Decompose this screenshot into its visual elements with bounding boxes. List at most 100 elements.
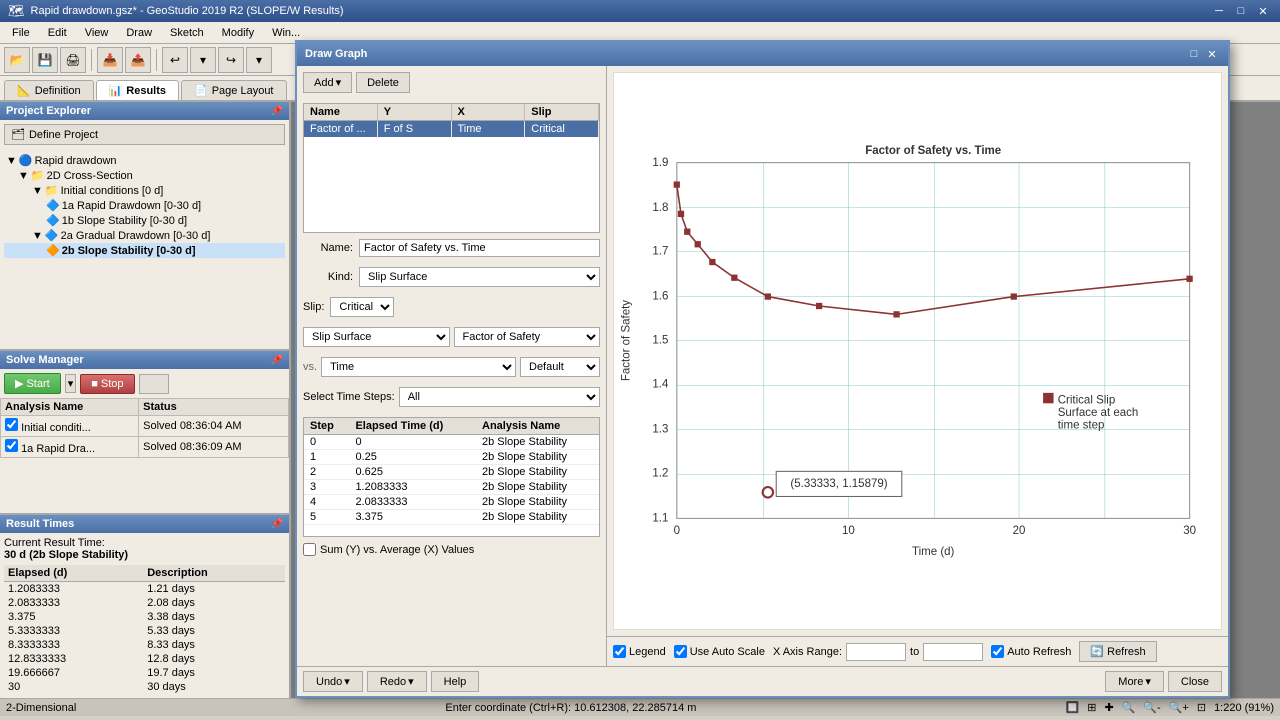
- maximize-button[interactable]: □: [1232, 3, 1250, 19]
- auto-refresh-checkbox[interactable]: [991, 645, 1004, 658]
- name-input[interactable]: [359, 239, 600, 257]
- menu-edit[interactable]: Edit: [40, 25, 75, 41]
- elapsed-row[interactable]: 3030 days: [4, 680, 285, 694]
- menu-view[interactable]: View: [77, 25, 117, 41]
- undo-toolbar-button[interactable]: ↩: [162, 47, 188, 73]
- redo-toolbar-button[interactable]: ↪: [218, 47, 244, 73]
- slip-row: Slip: Critical: [303, 297, 600, 317]
- step-row[interactable]: 002b Slope Stability: [304, 435, 599, 450]
- kind-select[interactable]: Slip Surface: [359, 267, 600, 287]
- solve-manager: Solve Manager 📌 ▶ Start ▾ ■ Stop Analy: [0, 349, 289, 513]
- tree-1a-rapid[interactable]: 🔷 1a Rapid Drawdown [0-30 d]: [4, 198, 285, 213]
- result-times-pin[interactable]: 📌: [271, 519, 283, 530]
- undo-dropdown-button[interactable]: ▾: [190, 47, 216, 73]
- use-auto-scale-checkbox[interactable]: [674, 645, 687, 658]
- menu-sketch[interactable]: Sketch: [162, 25, 212, 41]
- define-project-button[interactable]: 🗂 Define Project: [4, 124, 285, 145]
- svg-text:Factor of Safety vs. Time: Factor of Safety vs. Time: [865, 145, 1001, 157]
- stop-button[interactable]: ■ Stop: [80, 374, 134, 394]
- import-button[interactable]: 📥: [97, 47, 123, 73]
- elapsed-row[interactable]: 5.33333335.33 days: [4, 624, 285, 638]
- elapsed-row[interactable]: 8.33333338.33 days: [4, 638, 285, 652]
- elapsed-row[interactable]: 3.3753.38 days: [4, 610, 285, 624]
- y-metric-select[interactable]: Factor of Safety: [454, 327, 601, 347]
- close-dialog-button[interactable]: Close: [1168, 671, 1222, 692]
- slip-select[interactable]: Critical: [330, 297, 394, 317]
- x-range-from-input[interactable]: [846, 643, 906, 661]
- elapsed-row[interactable]: 19.66666719.7 days: [4, 666, 285, 680]
- legend-checkbox[interactable]: [613, 645, 626, 658]
- step-row[interactable]: 42.08333332b Slope Stability: [304, 495, 599, 510]
- svg-text:1.5: 1.5: [652, 335, 668, 347]
- dialog-right-panel: 1.9 1.8 1.7 1.6 1.5 1.4 1.3 1.2 1.1 0 10…: [607, 66, 1228, 666]
- print-button[interactable]: 🖨: [60, 47, 86, 73]
- help-button[interactable]: Help: [431, 671, 480, 692]
- save-button[interactable]: 💾: [32, 47, 58, 73]
- step-row[interactable]: 10.252b Slope Stability: [304, 450, 599, 465]
- tab-results[interactable]: 📊 Results: [96, 80, 179, 100]
- minimize-button[interactable]: ─: [1210, 3, 1228, 19]
- zoom-fit-icon[interactable]: ⊡: [1197, 701, 1206, 714]
- status-right: 🔲 ⊞ ✚ 🔍 🔍- 🔍+ ⊡ 1:220 (91%): [1066, 701, 1274, 714]
- start-button[interactable]: ▶ Start: [4, 373, 61, 394]
- svg-text:1.3: 1.3: [652, 424, 668, 436]
- elapsed-row[interactable]: 12.833333312.8 days: [4, 652, 285, 666]
- default-select[interactable]: Default: [520, 357, 600, 377]
- tree-2d-cross-section[interactable]: ▼ 📁 2D Cross-Section: [4, 168, 285, 183]
- menu-modify[interactable]: Modify: [214, 25, 262, 41]
- dialog-close-button[interactable]: ✕: [1204, 46, 1220, 62]
- start-dropdown[interactable]: ▾: [65, 374, 77, 393]
- tree-initial-conditions[interactable]: ▼ 📁 Initial conditions [0 d]: [4, 183, 285, 198]
- steps-table-container[interactable]: Step Elapsed Time (d) Analysis Name 002b…: [303, 417, 600, 537]
- more-button[interactable]: More ▾: [1105, 671, 1164, 692]
- elapsed-row[interactable]: 2.08333332.08 days: [4, 596, 285, 610]
- zoom-in-icon[interactable]: 🔍+: [1169, 701, 1189, 714]
- solve-row-1[interactable]: Initial conditi... Solved 08:36:04 AM: [1, 416, 289, 437]
- refresh-button[interactable]: 🔄 Refresh: [1079, 641, 1156, 662]
- tree-2b-slope[interactable]: 🔶 2b Slope Stability [0-30 d]: [4, 243, 285, 258]
- tree-2a-gradual[interactable]: ▼ 🔷 2a Gradual Drawdown [0-30 d]: [4, 228, 285, 243]
- svg-text:Surface at each: Surface at each: [1058, 407, 1139, 419]
- graph-list-row[interactable]: Factor of ... F of S Time Critical: [304, 121, 599, 137]
- dialog-maximize-button[interactable]: □: [1186, 46, 1202, 62]
- step-row[interactable]: 31.20833332b Slope Stability: [304, 480, 599, 495]
- snap-icon: 🔲: [1066, 701, 1080, 714]
- solve-manager-pin[interactable]: 📌: [271, 355, 283, 366]
- menu-win[interactable]: Win...: [264, 25, 308, 41]
- select-time-select[interactable]: All: [399, 387, 600, 407]
- solve-row-2[interactable]: 1a Rapid Dra... Solved 08:36:09 AM: [1, 437, 289, 458]
- project-explorer-pin[interactable]: 📌: [271, 106, 283, 117]
- open-button[interactable]: 📂: [4, 47, 30, 73]
- menu-file[interactable]: File: [4, 25, 38, 41]
- tab-page-layout[interactable]: 📄 Page Layout: [181, 80, 286, 100]
- solve-check-1[interactable]: [5, 418, 18, 431]
- x-axis-select[interactable]: Time: [321, 357, 516, 377]
- expand-icon2: ▼: [18, 170, 29, 182]
- graph-list[interactable]: Name Y X Slip Factor of ... F of S Time …: [303, 103, 600, 233]
- y-surface-select[interactable]: Slip Surface: [303, 327, 450, 347]
- redo-dropdown-button[interactable]: ▾: [246, 47, 272, 73]
- redo-button[interactable]: Redo ▾: [367, 671, 427, 692]
- tab-definition[interactable]: 📐 Definition: [4, 80, 94, 100]
- tree-rapid-drawdown[interactable]: ▼ 🔵 Rapid drawdown: [4, 153, 285, 168]
- undo-dropdown-icon: ▾: [344, 675, 350, 688]
- sum-checkbox[interactable]: [303, 543, 316, 556]
- elapsed-row[interactable]: 1.20833331.21 days: [4, 582, 285, 597]
- step-row[interactable]: 20.6252b Slope Stability: [304, 465, 599, 480]
- export-button[interactable]: 📤: [125, 47, 151, 73]
- delete-graph-button[interactable]: Delete: [356, 72, 410, 93]
- x-range-to-input[interactable]: [923, 643, 983, 661]
- zoom-out-icon[interactable]: 🔍-: [1143, 701, 1160, 714]
- solve-manager-header: Solve Manager 📌: [0, 351, 289, 369]
- tree-1b-slope[interactable]: 🔷 1b Slope Stability [0-30 d]: [4, 213, 285, 228]
- solve-col-status: Status: [139, 399, 289, 416]
- close-button[interactable]: ✕: [1254, 3, 1272, 19]
- add-graph-button[interactable]: Add ▾: [303, 72, 352, 93]
- menu-draw[interactable]: Draw: [118, 25, 160, 41]
- add-dropdown-icon[interactable]: ▾: [336, 76, 342, 89]
- solve-check-2[interactable]: [5, 439, 18, 452]
- step-row[interactable]: 53.3752b Slope Stability: [304, 510, 599, 525]
- toolbar-sep2: [156, 49, 157, 71]
- undo-button[interactable]: Undo ▾: [303, 671, 363, 692]
- draw-graph-dialog[interactable]: Draw Graph □ ✕ Add ▾ Delete: [295, 40, 1230, 698]
